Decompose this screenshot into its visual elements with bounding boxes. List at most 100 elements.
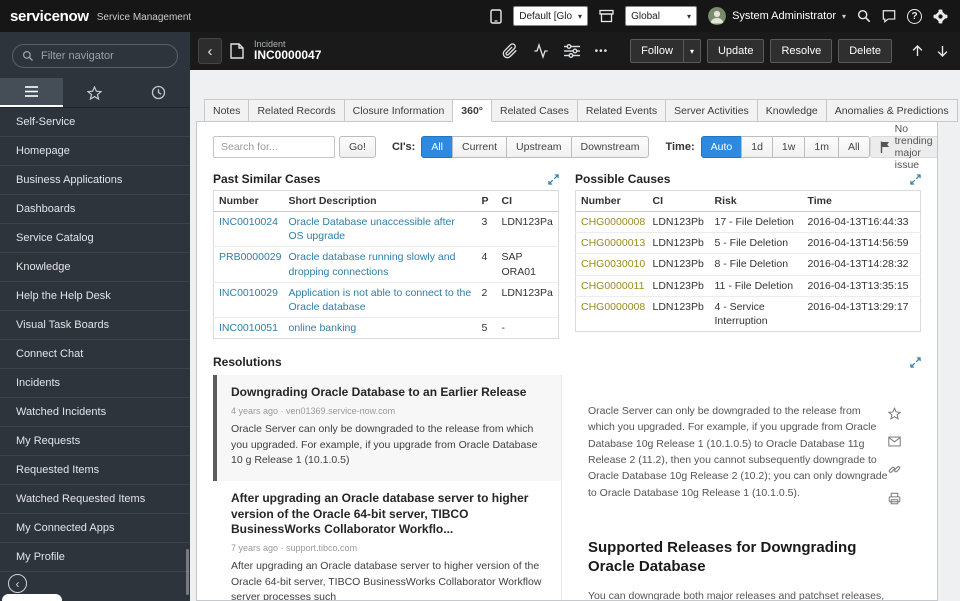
- sidebar-scrollbar[interactable]: [186, 549, 189, 595]
- priority-cell: 5: [481, 322, 488, 335]
- sidebar-item-homepage[interactable]: Homepage: [0, 137, 190, 166]
- sidebar-item-dashboards[interactable]: Dashboards: [0, 195, 190, 224]
- follow-button[interactable]: Follow: [630, 39, 684, 63]
- update-set-picker[interactable]: Default [Glo ▾: [513, 6, 589, 26]
- chat-icon[interactable]: [882, 9, 896, 23]
- time-filter-1w[interactable]: 1w: [771, 136, 806, 158]
- ci-filter-all[interactable]: All: [421, 136, 454, 158]
- priority-cell: 4: [476, 246, 497, 283]
- delete-button[interactable]: Delete: [838, 39, 892, 63]
- go-button[interactable]: Go!: [339, 136, 376, 158]
- sidebar-item-my-profile[interactable]: My Profile: [0, 543, 190, 572]
- sidebar-tab-history[interactable]: [127, 78, 190, 107]
- personalize-sliders-icon[interactable]: [563, 44, 580, 58]
- email-envelope-icon[interactable]: [888, 436, 901, 447]
- column-header[interactable]: Risk: [709, 190, 803, 212]
- update-button[interactable]: Update: [706, 39, 765, 63]
- ci-filter-downstream[interactable]: Downstream: [570, 136, 650, 158]
- avatar: [708, 7, 727, 25]
- sidebar-item-my-connected-apps[interactable]: My Connected Apps: [0, 514, 190, 543]
- gear-icon[interactable]: [933, 9, 948, 24]
- tab-closure-information[interactable]: Closure Information: [344, 99, 454, 122]
- ci-filter-current[interactable]: Current: [452, 136, 508, 158]
- record-header: ‹ Incident INC0000047 ••• Follow ▾ Updat…: [190, 32, 960, 70]
- sidebar-item-incidents[interactable]: Incidents: [0, 369, 190, 398]
- time-filter-1d[interactable]: 1d: [741, 136, 773, 158]
- sidebar-tab-all-applications[interactable]: [0, 78, 64, 107]
- sidebar-tab-favorites[interactable]: [63, 78, 126, 107]
- tab-notes[interactable]: Notes: [204, 99, 250, 122]
- column-header[interactable]: CI: [496, 190, 559, 212]
- column-header[interactable]: P: [476, 190, 497, 212]
- expand-icon[interactable]: [548, 173, 559, 185]
- favorite-star-icon[interactable]: [888, 407, 901, 420]
- tab-related-events[interactable]: Related Events: [577, 99, 667, 122]
- tab-knowledge[interactable]: Knowledge: [757, 99, 827, 122]
- ci-filter-upstream[interactable]: Upstream: [506, 136, 572, 158]
- domain-picker[interactable]: Global ▾: [625, 6, 698, 26]
- case-number-link[interactable]: INC0010051: [219, 322, 278, 334]
- search-input[interactable]: [213, 136, 335, 158]
- update-set-stack-icon[interactable]: [599, 9, 614, 23]
- tab-related-cases[interactable]: Related Cases: [492, 99, 578, 122]
- change-number-link[interactable]: CHG0030010: [581, 258, 645, 270]
- expand-icon[interactable]: [910, 357, 921, 368]
- time-filter-all[interactable]: All: [837, 136, 870, 158]
- time-filter-1m[interactable]: 1m: [804, 136, 839, 158]
- change-number-link[interactable]: CHG0000008: [581, 301, 645, 313]
- column-header[interactable]: Time: [802, 190, 921, 212]
- column-header[interactable]: Number: [575, 190, 648, 212]
- sidebar-item-self-service[interactable]: Self-Service: [0, 108, 190, 137]
- filter-navigator-input[interactable]: [12, 44, 178, 68]
- change-number-link[interactable]: CHG0000013: [581, 237, 645, 249]
- case-description-link[interactable]: online banking: [289, 322, 357, 334]
- tab-360[interactable]: 360°: [453, 99, 492, 122]
- case-description-link[interactable]: Oracle database running slowly and dropp…: [289, 251, 456, 277]
- search-icon[interactable]: [857, 9, 871, 23]
- expand-icon[interactable]: [910, 173, 921, 185]
- sidebar-item-visual-task-boards[interactable]: Visual Task Boards: [0, 311, 190, 340]
- column-header[interactable]: Number: [213, 190, 284, 212]
- follow-caret-icon[interactable]: ▾: [683, 39, 701, 63]
- change-number-link[interactable]: CHG0000008: [581, 216, 645, 228]
- attachment-paperclip-icon[interactable]: [502, 43, 518, 59]
- resolution-item[interactable]: Downgrading Oracle Database to an Earlie…: [213, 375, 561, 482]
- link-icon[interactable]: [888, 463, 901, 476]
- time-filter-auto[interactable]: Auto: [700, 136, 743, 158]
- sidebar-item-business-applications[interactable]: Business Applications: [0, 166, 190, 195]
- sidebar-item-my-requests[interactable]: My Requests: [0, 427, 190, 456]
- resolve-button[interactable]: Resolve: [770, 39, 833, 63]
- case-number-link[interactable]: INC0010029: [219, 287, 278, 299]
- sidebar: Self-Service Homepage Business Applicati…: [0, 32, 190, 601]
- sidebar-item-watched-incidents[interactable]: Watched Incidents: [0, 398, 190, 427]
- sidebar-item-watched-requested-items[interactable]: Watched Requested Items: [0, 485, 190, 514]
- case-number-link[interactable]: PRB0000029: [219, 251, 281, 263]
- mobile-device-icon[interactable]: [490, 8, 502, 24]
- previous-record-arrow-up-icon[interactable]: [910, 43, 925, 59]
- case-description-link[interactable]: Oracle Database unaccessible after OS up…: [289, 216, 455, 242]
- back-icon[interactable]: ‹: [198, 38, 222, 64]
- column-header[interactable]: CI: [647, 190, 710, 212]
- user-menu[interactable]: System Administrator ▾: [708, 7, 846, 25]
- sidebar-collapse-icon[interactable]: ‹: [8, 574, 27, 593]
- next-record-arrow-down-icon[interactable]: [935, 43, 950, 59]
- resolution-item[interactable]: After upgrading an Oracle database serve…: [213, 481, 561, 600]
- print-icon[interactable]: [888, 492, 901, 505]
- help-icon[interactable]: ?: [907, 8, 922, 24]
- more-options-icon[interactable]: •••: [595, 46, 609, 57]
- tab-anomalies-predictions[interactable]: Anomalies & Predictions: [826, 99, 958, 122]
- tab-server-activities[interactable]: Server Activities: [666, 99, 758, 122]
- sidebar-item-help-the-help-desk[interactable]: Help the Help Desk: [0, 282, 190, 311]
- sidebar-item-connect-chat[interactable]: Connect Chat: [0, 340, 190, 369]
- resolution-detail-paragraph: You can downgrade both major releases an…: [588, 590, 885, 601]
- tab-related-records[interactable]: Related Records: [249, 99, 345, 122]
- change-number-link[interactable]: CHG0000011: [581, 280, 644, 292]
- chevron-down-icon: ▾: [687, 11, 692, 21]
- case-number-link[interactable]: INC0010024: [219, 216, 278, 228]
- sidebar-item-service-catalog[interactable]: Service Catalog: [0, 224, 190, 253]
- column-header[interactable]: Short Description: [283, 190, 477, 212]
- sidebar-item-requested-items[interactable]: Requested Items: [0, 456, 190, 485]
- sidebar-item-knowledge[interactable]: Knowledge: [0, 253, 190, 282]
- activity-stream-icon[interactable]: [533, 43, 549, 59]
- case-description-link[interactable]: Application is not able to connect to th…: [289, 287, 472, 313]
